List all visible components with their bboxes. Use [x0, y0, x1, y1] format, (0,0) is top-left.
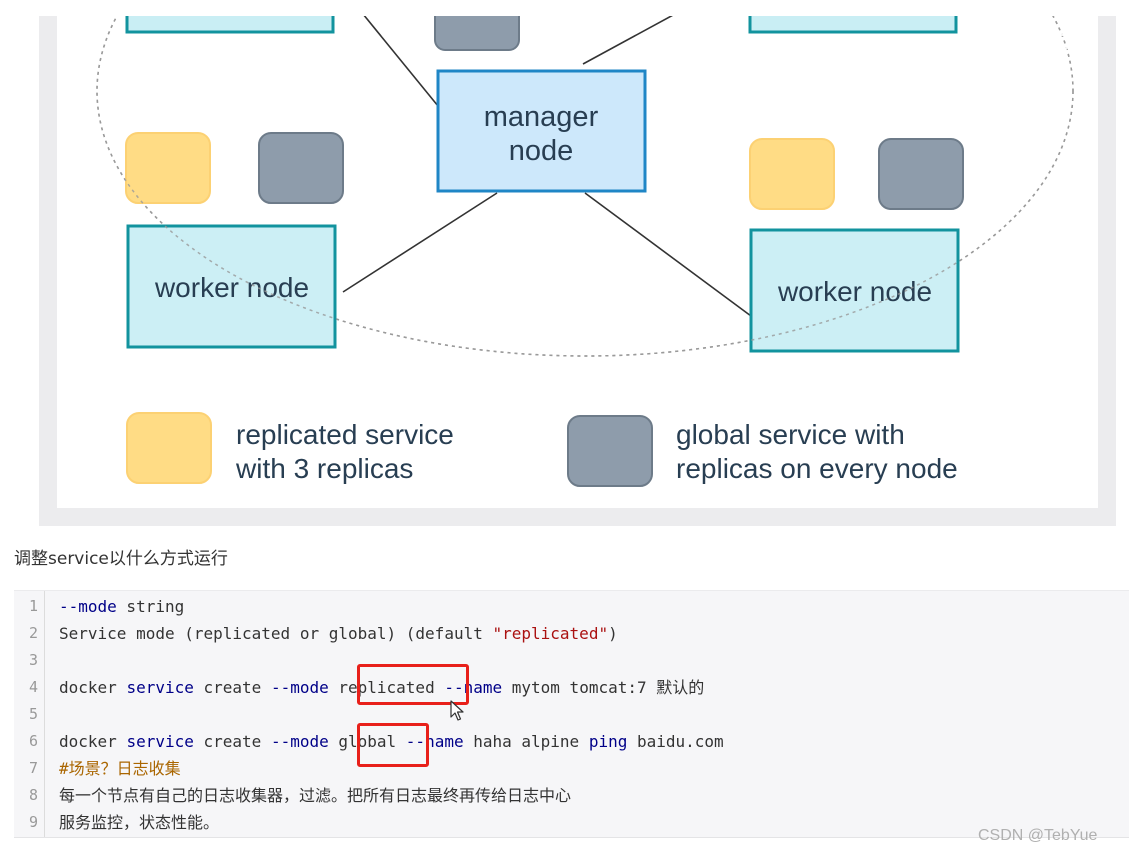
- legend-replicated-line1: replicated service: [236, 419, 454, 450]
- worker-node-top-right: [748, 16, 958, 34]
- code-text: docker: [59, 732, 127, 751]
- code-text: 服务监控，状态性能。: [59, 813, 220, 832]
- code-line: 9 服务监控，状态性能。: [14, 809, 1129, 836]
- replicated-task: [749, 138, 835, 210]
- code-keyword: --mode: [59, 597, 117, 616]
- legend-replicated-swatch: [126, 412, 212, 484]
- code-text: baidu.com: [627, 732, 724, 751]
- connector-line: [363, 16, 439, 107]
- global-task: [258, 132, 344, 204]
- highlight-box-global: [357, 723, 429, 767]
- line-content: 服务监控，状态性能。: [59, 809, 219, 836]
- line-number: 5: [28, 705, 38, 723]
- legend-global-line2: replicas on every node: [676, 453, 958, 484]
- code-keyword: --mode: [270, 732, 329, 751]
- swarm-diagram: manager node worker node worker node rep…: [57, 16, 1098, 508]
- code-line: 7 #场景？日志收集: [14, 755, 1129, 782]
- manager-node-label-1: manager: [484, 101, 599, 133]
- highlight-box-replicated: [357, 664, 469, 705]
- code-text: haha alpine: [463, 732, 589, 751]
- code-line: 3: [14, 647, 1129, 674]
- line-content: 每一个节点有自己的日志收集器，过滤。把所有日志最终再传给日志中心: [59, 782, 571, 809]
- line-number: 3: [28, 651, 38, 669]
- mouse-cursor-icon: [450, 700, 464, 721]
- line-number: 1: [28, 597, 38, 615]
- line-number: 6: [28, 732, 38, 750]
- connector-line: [342, 192, 498, 293]
- code-keyword: service: [126, 732, 194, 751]
- line-number: 4: [28, 678, 38, 696]
- global-task: [878, 138, 964, 210]
- code-text: 每一个节点有自己的日志收集器，过滤。把所有日志最终再传给日志中心: [59, 786, 572, 805]
- line-content: --mode string: [59, 593, 184, 620]
- code-line: 4 docker service create --mode replicated…: [14, 674, 1129, 701]
- code-block: 1 --mode string 2 Service mode (replicated …: [14, 590, 1129, 838]
- line-number: 7: [28, 759, 38, 777]
- code-text: mytom tomcat:7 默认的: [502, 678, 705, 697]
- code-keyword: service: [126, 678, 194, 697]
- section-caption: 调整service以什么方式运行: [14, 549, 228, 569]
- replicated-task: [125, 132, 211, 204]
- legend-replicated-line2: with 3 replicas: [235, 453, 413, 484]
- connector-line: [582, 16, 673, 65]
- line-content: Service mode (replicated or global) (def…: [59, 620, 618, 647]
- code-line: 6 docker service create --mode global --n…: [14, 728, 1129, 755]
- line-number: 2: [28, 624, 38, 642]
- global-task-top: [434, 16, 520, 51]
- code-text: Service mode (replicated or global) (def…: [59, 624, 493, 643]
- code-line: 8 每一个节点有自己的日志收集器，过滤。把所有日志最终再传给日志中心: [14, 782, 1129, 809]
- worker-node-left-label: worker node: [154, 272, 309, 303]
- code-comment: #场景？日志收集: [59, 759, 181, 778]
- code-line: 1 --mode string: [14, 593, 1129, 620]
- csdn-watermark: CSDN @TebYue: [978, 827, 1098, 844]
- code-keyword: ping: [588, 732, 628, 751]
- code-line: 2 Service mode (replicated or global) (de…: [14, 620, 1129, 647]
- worker-node-top-left: [125, 16, 335, 34]
- code-text: string: [116, 597, 185, 616]
- worker-node-right-label: worker node: [777, 276, 932, 307]
- diagram-figure-frame: manager node worker node worker node rep…: [39, 16, 1116, 526]
- line-number: 9: [28, 813, 38, 831]
- connector-line: [584, 192, 752, 317]
- line-content: #场景？日志收集: [59, 755, 181, 782]
- legend-global-swatch: [567, 415, 653, 487]
- code-text: create: [193, 732, 271, 751]
- line-number: 8: [28, 786, 38, 804]
- video-watermark: UNIT2: [1010, 28, 1077, 58]
- code-text: create: [193, 678, 271, 697]
- legend-global-line1: global service with: [676, 419, 905, 450]
- code-keyword: --mode: [270, 678, 329, 697]
- manager-node-label-2: node: [509, 135, 574, 167]
- code-text: ): [608, 624, 618, 643]
- code-line: 5: [14, 701, 1129, 728]
- diagram-svg: manager node worker node worker node rep…: [96, 16, 1074, 487]
- code-text: docker: [59, 678, 127, 697]
- code-string: "replicated": [492, 624, 609, 643]
